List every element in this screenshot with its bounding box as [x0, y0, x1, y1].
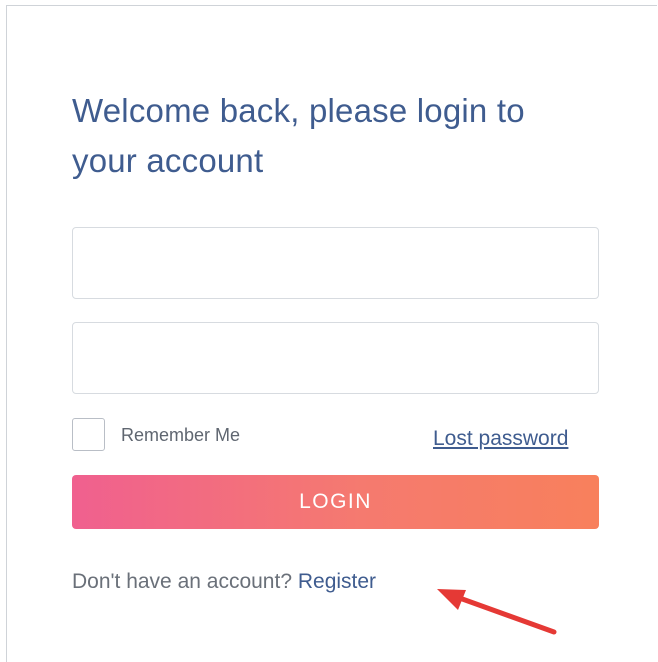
login-card: Welcome back, please login to your accou…: [6, 5, 657, 662]
register-link[interactable]: Register: [298, 570, 376, 593]
page-title: Welcome back, please login to your accou…: [72, 92, 525, 179]
remember-me-checkbox[interactable]: [72, 418, 105, 451]
arrow-icon: [437, 589, 557, 635]
username-field[interactable]: [72, 227, 599, 299]
remember-me-label: Remember Me: [121, 425, 241, 445]
lost-password-link[interactable]: Lost password: [433, 426, 568, 452]
login-button[interactable]: LOGIN: [72, 475, 599, 529]
no-account-text: Don't have an account?: [72, 570, 292, 593]
register-prompt: Don't have an account? Register: [72, 569, 376, 595]
password-field[interactable]: [72, 322, 599, 394]
